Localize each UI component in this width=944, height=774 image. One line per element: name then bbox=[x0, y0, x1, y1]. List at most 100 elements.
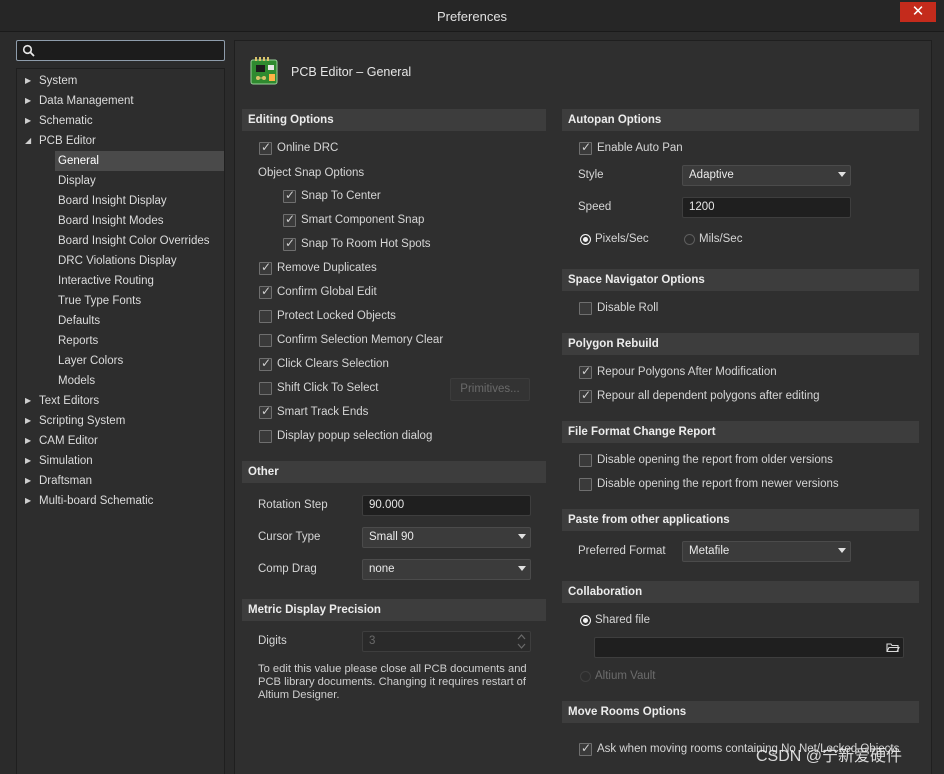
sidebar-item-drc-violations-display[interactable]: DRC Violations Display bbox=[17, 251, 224, 271]
cursor-type-dropdown[interactable]: Small 90 bbox=[362, 527, 531, 548]
altium-vault-radio[interactable] bbox=[580, 671, 591, 682]
snap-room-hotspots-checkbox[interactable] bbox=[283, 236, 296, 251]
digits-label: Digits bbox=[258, 635, 287, 647]
sidebar-item-display[interactable]: Display bbox=[17, 171, 224, 191]
snap-room-hotspots-label: Snap To Room Hot Spots bbox=[301, 238, 431, 250]
shift-click-to-select-checkbox[interactable] bbox=[259, 382, 272, 395]
ask-moving-rooms-checkbox[interactable] bbox=[579, 741, 592, 756]
chevron-down-icon bbox=[518, 566, 526, 571]
digits-spinner[interactable]: 3 bbox=[362, 631, 531, 652]
protect-locked-objects-label: Protect Locked Objects bbox=[277, 310, 396, 322]
sidebar-item-scripting-system[interactable]: ▶ Scripting System bbox=[17, 411, 224, 431]
smart-track-ends-checkbox[interactable] bbox=[259, 404, 272, 419]
sidebar-item-defaults[interactable]: Defaults bbox=[17, 311, 224, 331]
sidebar-item-board-insight-display[interactable]: Board Insight Display bbox=[17, 191, 224, 211]
chevron-right-icon: ▶ bbox=[25, 476, 32, 485]
online-drc-checkbox[interactable] bbox=[259, 140, 272, 155]
disable-newer-report-label: Disable opening the report from newer ve… bbox=[597, 478, 839, 490]
pcb-board-icon bbox=[250, 57, 278, 85]
sidebar-item-system[interactable]: ▶ System bbox=[17, 71, 224, 91]
confirm-selection-memory-clear-label: Confirm Selection Memory Clear bbox=[277, 334, 444, 346]
sidebar-item-board-insight-modes[interactable]: Board Insight Modes bbox=[17, 211, 224, 231]
autopan-style-value: Adaptive bbox=[689, 169, 734, 181]
chevron-down-icon bbox=[838, 548, 846, 553]
comp-drag-value: none bbox=[369, 563, 395, 575]
confirm-global-edit-label: Confirm Global Edit bbox=[277, 286, 377, 298]
disable-newer-report-checkbox[interactable] bbox=[579, 478, 592, 491]
disable-roll-checkbox[interactable] bbox=[579, 302, 592, 315]
sidebar-item-text-editors[interactable]: ▶ Text Editors bbox=[17, 391, 224, 411]
chevron-down-icon: ◢ bbox=[25, 136, 32, 145]
sidebar-item-simulation[interactable]: ▶ Simulation bbox=[17, 451, 224, 471]
sidebar-item-general[interactable]: General bbox=[55, 151, 224, 171]
shared-file-path-input[interactable] bbox=[594, 637, 904, 658]
display-popup-selection-checkbox[interactable] bbox=[259, 430, 272, 443]
confirm-selection-memory-clear-checkbox[interactable] bbox=[259, 334, 272, 347]
spinner-arrows-icon bbox=[517, 634, 526, 649]
primitives-button[interactable]: Primitives... bbox=[450, 378, 530, 401]
autopan-speed-label: Speed bbox=[578, 201, 612, 213]
chevron-down-icon bbox=[518, 534, 526, 539]
click-clears-selection-label: Click Clears Selection bbox=[277, 358, 389, 370]
sidebar-item-schematic[interactable]: ▶ Schematic bbox=[17, 111, 224, 131]
sidebar-item-models[interactable]: Models bbox=[17, 371, 224, 391]
shared-file-label: Shared file bbox=[595, 614, 650, 626]
shared-file-radio[interactable] bbox=[580, 615, 591, 626]
preferred-format-value: Metafile bbox=[689, 545, 730, 557]
sidebar-item-cam-editor[interactable]: ▶ CAM Editor bbox=[17, 431, 224, 451]
sidebar-item-reports[interactable]: Reports bbox=[17, 331, 224, 351]
click-clears-selection-checkbox[interactable] bbox=[259, 356, 272, 371]
sidebar-item-board-insight-color-overrides[interactable]: Board Insight Color Overrides bbox=[17, 231, 224, 251]
autopan-style-label: Style bbox=[578, 169, 604, 181]
rotation-step-input[interactable]: 90.000 bbox=[362, 495, 531, 516]
smart-component-snap-checkbox[interactable] bbox=[283, 212, 296, 227]
disable-older-report-checkbox[interactable] bbox=[579, 454, 592, 467]
sidebar-item-layer-colors[interactable]: Layer Colors bbox=[17, 351, 224, 371]
section-space-navigator-options: Space Navigator Options bbox=[562, 269, 919, 291]
sidebar-item-true-type-fonts[interactable]: True Type Fonts bbox=[17, 291, 224, 311]
object-snap-options-label: Object Snap Options bbox=[258, 167, 365, 179]
section-editing-options: Editing Options bbox=[242, 109, 546, 131]
chevron-right-icon: ▶ bbox=[25, 76, 32, 85]
disable-roll-label: Disable Roll bbox=[597, 302, 659, 314]
comp-drag-dropdown[interactable]: none bbox=[362, 559, 531, 580]
section-other: Other bbox=[242, 461, 546, 483]
cursor-type-label: Cursor Type bbox=[258, 531, 321, 543]
altium-vault-label: Altium Vault bbox=[595, 670, 656, 682]
smart-component-snap-label: Smart Component Snap bbox=[301, 214, 425, 226]
confirm-global-edit-checkbox[interactable] bbox=[259, 284, 272, 299]
sidebar-item-data-management[interactable]: ▶ Data Management bbox=[17, 91, 224, 111]
sidebar-item-draftsman[interactable]: ▶ Draftsman bbox=[17, 471, 224, 491]
mils-sec-radio[interactable] bbox=[684, 234, 695, 245]
preferred-format-dropdown[interactable]: Metafile bbox=[682, 541, 851, 562]
chevron-right-icon: ▶ bbox=[25, 456, 32, 465]
sidebar-item-pcb-editor[interactable]: ◢ PCB Editor bbox=[17, 131, 224, 151]
repour-after-modification-checkbox[interactable] bbox=[579, 364, 592, 379]
protect-locked-objects-checkbox[interactable] bbox=[259, 310, 272, 323]
pixels-sec-radio[interactable] bbox=[580, 234, 591, 245]
snap-to-center-checkbox[interactable] bbox=[283, 188, 296, 203]
sidebar-item-multi-board-schematic[interactable]: ▶ Multi-board Schematic bbox=[17, 491, 224, 511]
enable-auto-pan-checkbox[interactable] bbox=[579, 140, 592, 155]
autopan-speed-input[interactable]: 1200 bbox=[682, 197, 851, 218]
section-polygon-rebuild: Polygon Rebuild bbox=[562, 333, 919, 355]
close-button[interactable]: ✕ bbox=[900, 2, 936, 22]
enable-auto-pan-label: Enable Auto Pan bbox=[597, 142, 683, 154]
remove-duplicates-checkbox[interactable] bbox=[259, 260, 272, 275]
comp-drag-label: Comp Drag bbox=[258, 563, 317, 575]
section-paste-from-other-applications: Paste from other applications bbox=[562, 509, 919, 531]
preferred-format-label: Preferred Format bbox=[578, 545, 666, 557]
repour-dependent-checkbox[interactable] bbox=[579, 388, 592, 403]
chevron-right-icon: ▶ bbox=[25, 436, 32, 445]
remove-duplicates-label: Remove Duplicates bbox=[277, 262, 377, 274]
section-collaboration: Collaboration bbox=[562, 581, 919, 603]
sidebar-item-interactive-routing[interactable]: Interactive Routing bbox=[17, 271, 224, 291]
chevron-right-icon: ▶ bbox=[25, 416, 32, 425]
autopan-style-dropdown[interactable]: Adaptive bbox=[682, 165, 851, 186]
folder-open-icon[interactable] bbox=[886, 642, 900, 653]
search-input[interactable] bbox=[16, 40, 225, 61]
chevron-right-icon: ▶ bbox=[25, 496, 32, 505]
search-icon bbox=[22, 44, 35, 57]
title-bar: Preferences ✕ bbox=[0, 0, 944, 32]
smart-track-ends-label: Smart Track Ends bbox=[277, 406, 369, 418]
